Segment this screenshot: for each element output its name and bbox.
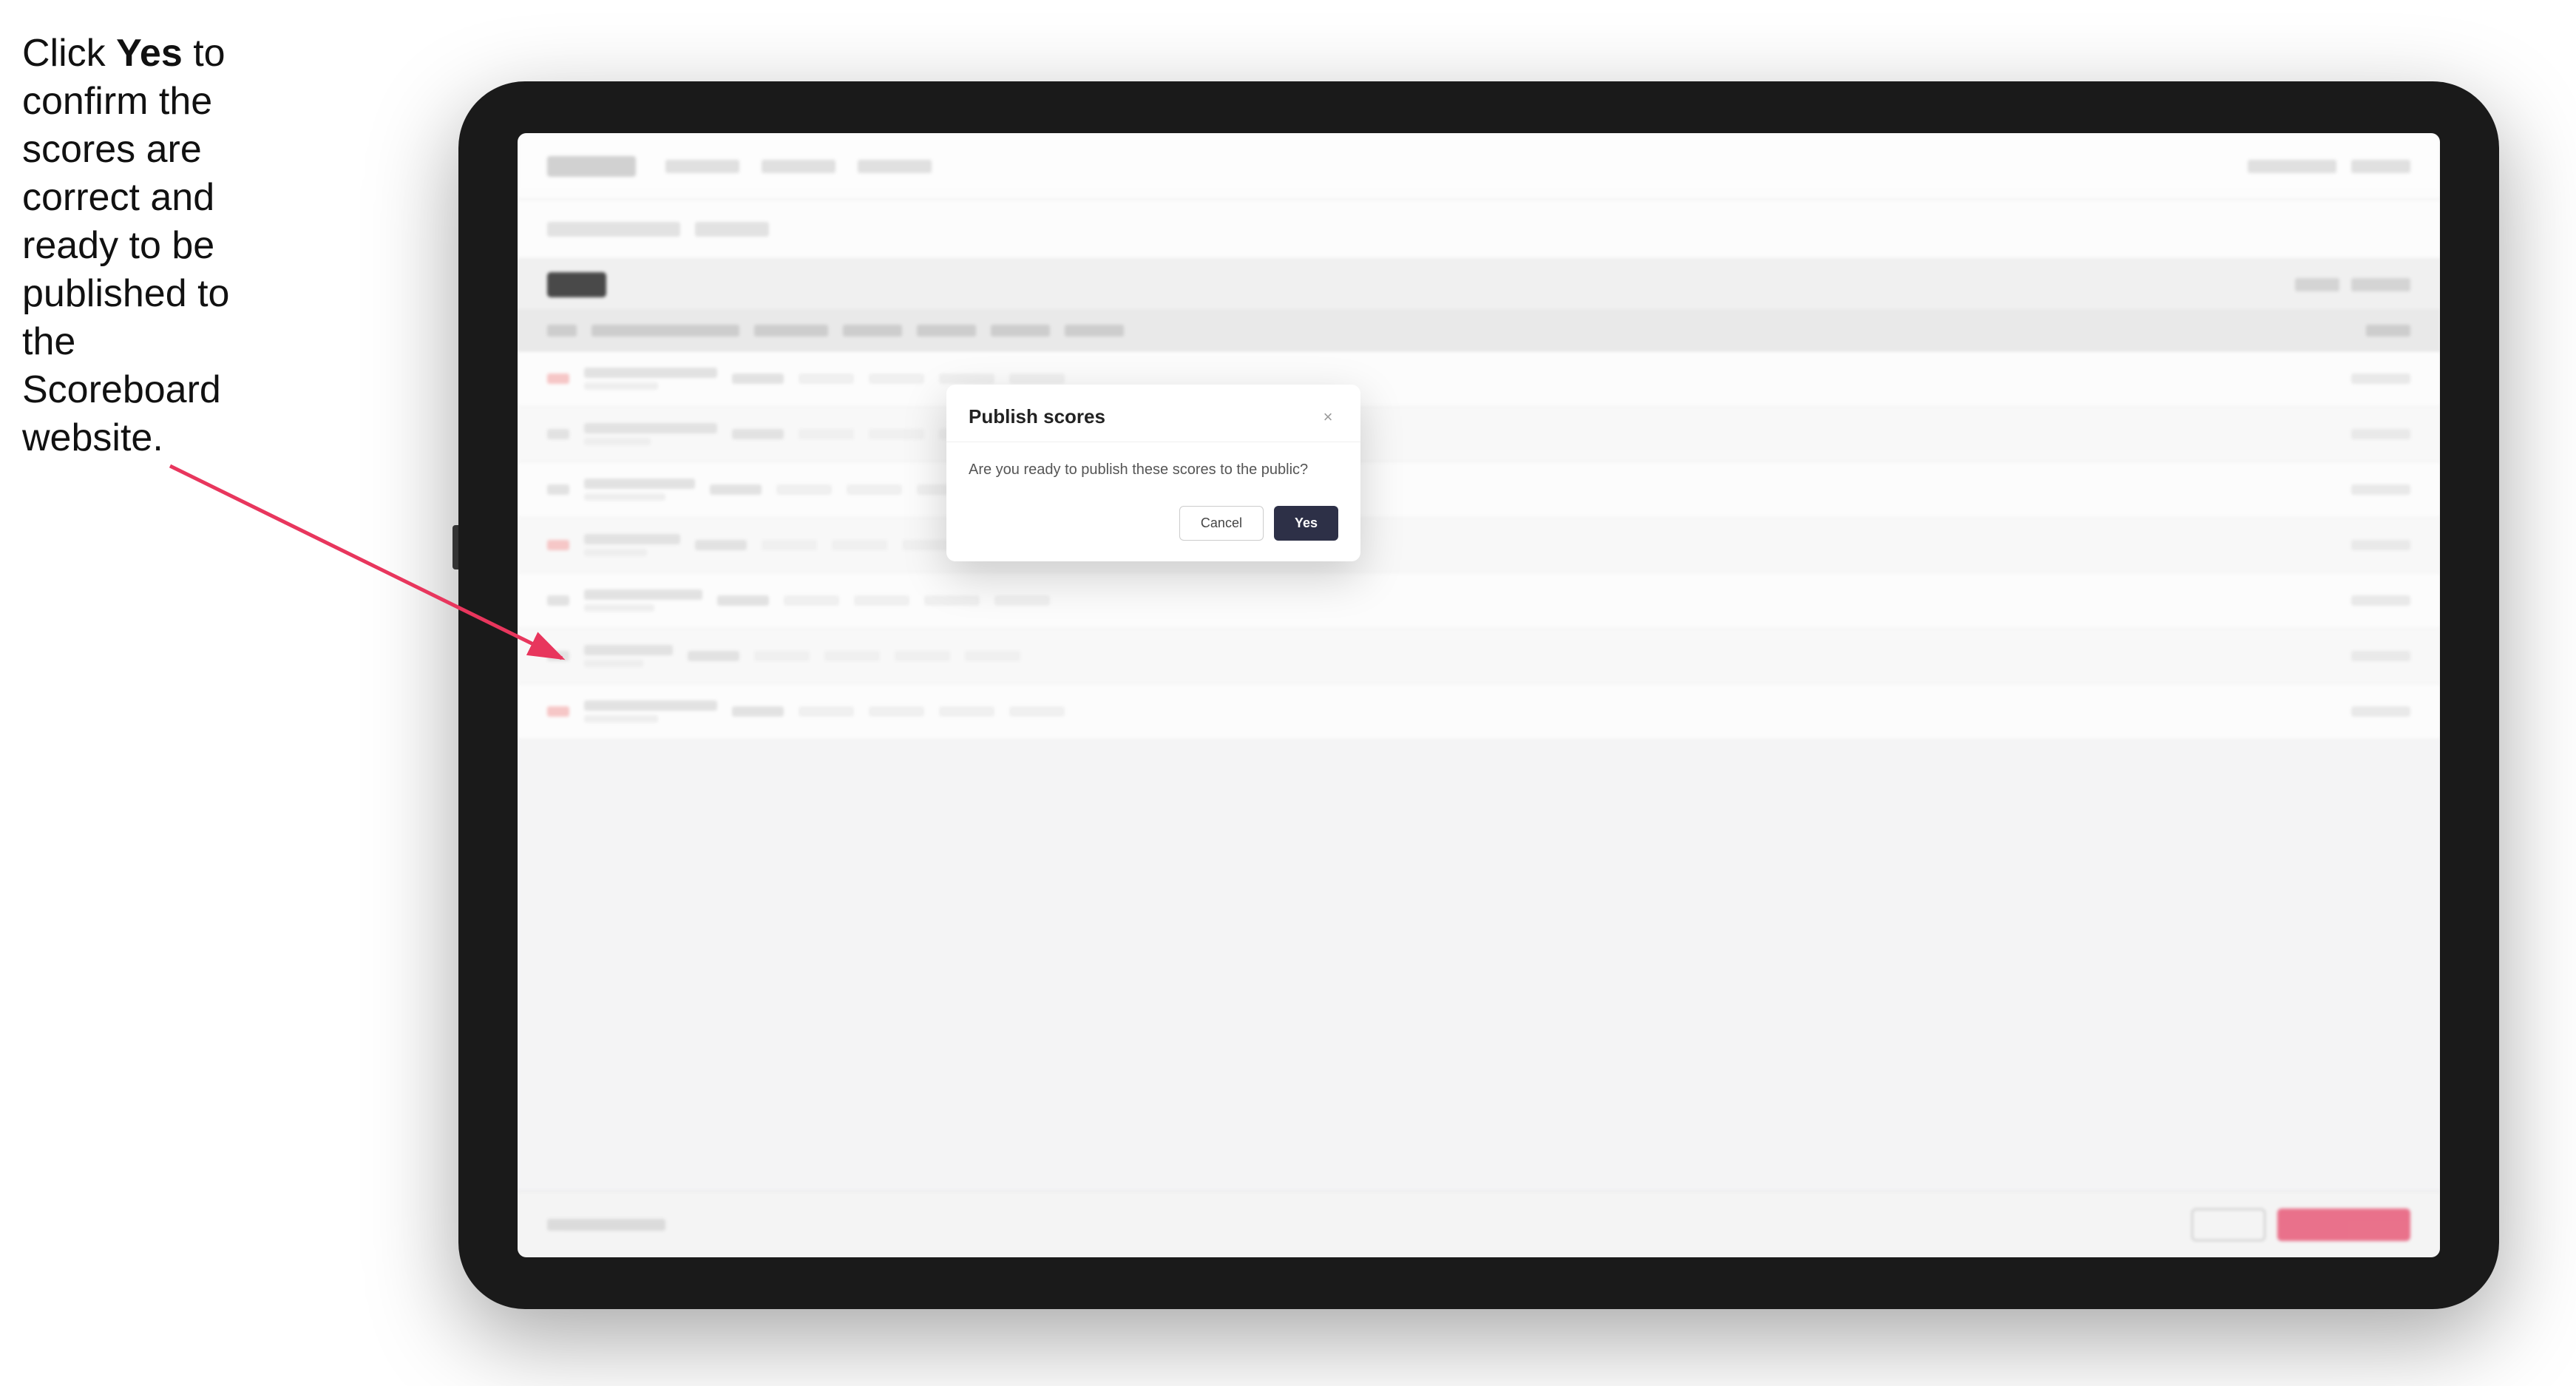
app-bottom-bar	[518, 1191, 2440, 1257]
bottom-publish-btn	[2277, 1208, 2410, 1241]
col-header-3	[754, 325, 828, 337]
tablet-screen: Publish scores × Are you ready to publis…	[518, 133, 2440, 1257]
publish-scores-dialog: Publish scores × Are you ready to publis…	[946, 385, 1360, 561]
app-sub-header	[518, 200, 2440, 259]
col-header-4	[843, 325, 902, 337]
app-toolbar	[518, 259, 2440, 311]
nav-item-1	[665, 160, 739, 173]
col-header-2	[592, 325, 739, 337]
col-header-5	[917, 325, 976, 337]
app-header	[518, 133, 2440, 200]
table-row	[518, 351, 2440, 407]
col-header-1	[547, 325, 577, 337]
bottom-bar-text	[547, 1219, 665, 1231]
yes-button[interactable]: Yes	[1274, 506, 1338, 541]
toolbar-label-1	[2295, 278, 2339, 291]
dialog-close-button[interactable]: ×	[1318, 407, 1338, 427]
col-header-8	[2366, 325, 2410, 337]
dialog-message: Are you ready to publish these scores to…	[969, 459, 1338, 481]
table-row	[518, 684, 2440, 740]
table-header	[518, 311, 2440, 351]
col-header-7	[1065, 325, 1124, 337]
toolbar-label-2	[2351, 278, 2410, 291]
table-row	[518, 629, 2440, 684]
app-header-right	[2248, 160, 2410, 173]
sub-header-title	[547, 222, 680, 237]
nav-item-3	[858, 160, 932, 173]
header-badge-1	[2248, 160, 2336, 173]
cancel-button[interactable]: Cancel	[1179, 506, 1264, 541]
col-header-6	[991, 325, 1050, 337]
table-row	[518, 573, 2440, 629]
header-badge-2	[2351, 160, 2410, 173]
nav-item-2	[762, 160, 835, 173]
table-rows	[518, 351, 2440, 1191]
table-row	[518, 518, 2440, 573]
app-background	[518, 133, 2440, 1257]
table-row	[518, 462, 2440, 518]
app-logo	[547, 156, 636, 177]
table-row	[518, 407, 2440, 462]
dialog-body: Are you ready to publish these scores to…	[946, 442, 1360, 498]
toolbar-right	[2295, 278, 2410, 291]
dialog-footer: Cancel Yes	[946, 498, 1360, 561]
dialog-title: Publish scores	[969, 405, 1105, 428]
instruction-text: Click Yes to confirm the scores are corr…	[22, 30, 237, 462]
app-nav	[665, 160, 932, 173]
toolbar-publish-btn	[547, 272, 606, 297]
tablet-side-button	[453, 525, 458, 569]
bottom-cancel-btn	[2192, 1208, 2265, 1241]
dialog-header: Publish scores ×	[946, 385, 1360, 442]
sub-header-title-2	[695, 222, 769, 237]
tablet-device: Publish scores × Are you ready to publis…	[458, 81, 2499, 1309]
